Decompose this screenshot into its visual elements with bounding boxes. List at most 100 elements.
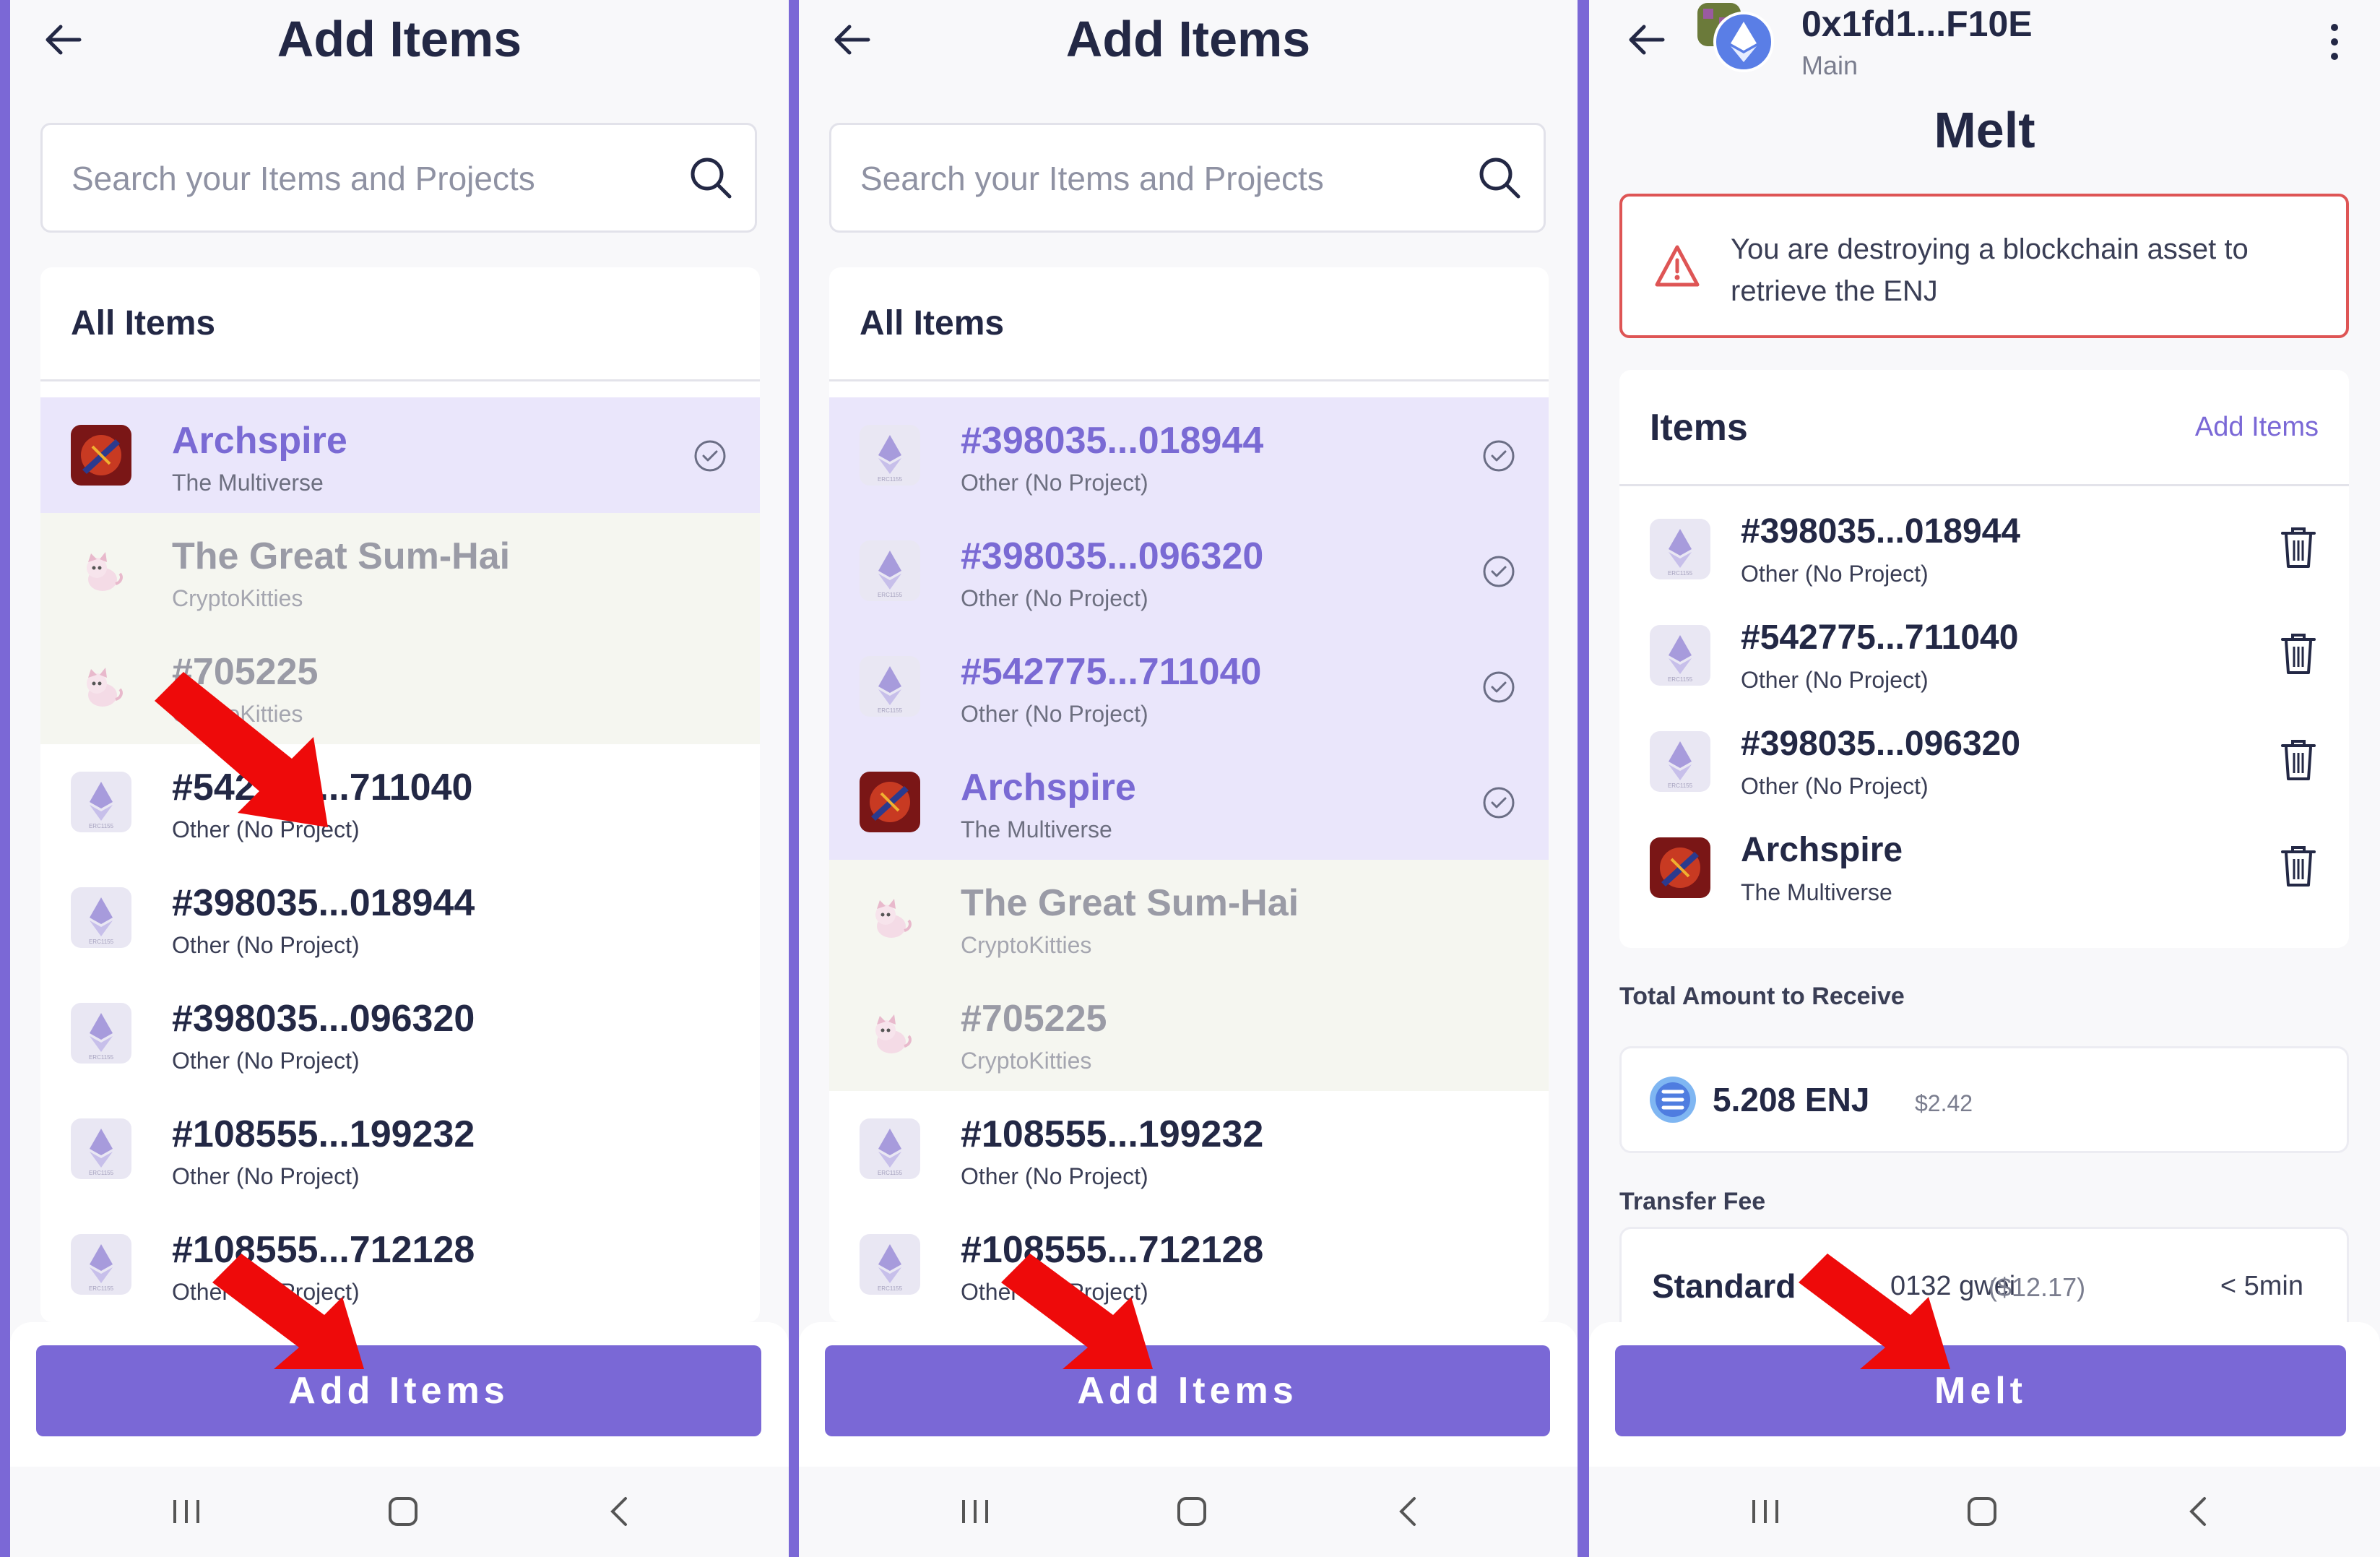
list-item[interactable]: Archspire The Multiverse: [829, 744, 1549, 860]
list-item: The Great Sum-Hai CryptoKitties: [40, 513, 760, 629]
list-item[interactable]: ERC1155 #108555...199232 Other (No Project…: [829, 1091, 1549, 1207]
item-name: Archspire: [961, 767, 1136, 808]
home-icon[interactable]: [381, 1490, 425, 1533]
nav-back-icon[interactable]: [1387, 1490, 1430, 1533]
page-title: Melt: [1934, 102, 2035, 158]
list-item[interactable]: ERC1155 #398035...018944 Other (No Project…: [829, 397, 1549, 513]
trash-icon[interactable]: [2280, 737, 2317, 782]
add-items-button[interactable]: Add Items: [825, 1345, 1550, 1436]
item-name: The Great Sum-Hai: [172, 535, 511, 577]
item-project: Other (No Project): [961, 470, 1148, 496]
home-icon[interactable]: [1170, 1490, 1213, 1533]
android-nav-bar: [799, 1467, 1578, 1557]
check-circle-icon: [1482, 670, 1515, 704]
archspire-icon: [1650, 837, 1710, 898]
item-rows: Archspire The Multiverse The Great Sum-Hai…: [40, 397, 760, 1322]
list-item[interactable]: ERC1155 #108555...199232 Other (No Project…: [40, 1091, 760, 1207]
ethereum-erc1155-icon: ERC1155: [860, 1234, 920, 1295]
red-arrow-icon: [1799, 1254, 1950, 1369]
ethereum-erc1155-icon: ERC1155: [860, 656, 920, 717]
page-title: Add Items: [1065, 11, 1311, 67]
list-item[interactable]: ERC1155#108555...712128Other (No Project…: [40, 1207, 760, 1322]
item-name: #398035...096320: [961, 535, 1264, 577]
list-item[interactable]: Archspire The Multiverse: [40, 397, 760, 513]
item-project: Other (No Project): [1741, 773, 1929, 799]
search-input[interactable]: [70, 125, 651, 232]
svg-text:ERC1155: ERC1155: [878, 707, 903, 714]
cryptokitty-icon: [71, 656, 131, 717]
nav-back-icon[interactable]: [2177, 1490, 2220, 1533]
item-project: Other (No Project): [1741, 667, 1929, 693]
more-vertical-icon[interactable]: [2327, 22, 2342, 62]
item-name: #542775...711040: [961, 651, 1262, 693]
svg-text:ERC1155: ERC1155: [878, 1170, 903, 1176]
item-name: #108555...199232: [172, 1113, 475, 1155]
item-project: Other (No Project): [172, 1163, 360, 1189]
item-project: CryptoKitties: [961, 1048, 1092, 1074]
ethereum-erc1155-icon: ERC1155: [860, 540, 920, 601]
divider: [1619, 484, 2349, 486]
item-name: #398035...018944: [1741, 512, 2021, 551]
fee-usd: ($12.17): [1989, 1272, 2086, 1302]
item-name: #398035...096320: [172, 998, 475, 1040]
list-header: All Items: [40, 267, 760, 381]
ethereum-erc1155-icon: ERC1155: [1650, 625, 1710, 686]
item-name: #108555...199232: [961, 1113, 1264, 1155]
trash-icon[interactable]: [2280, 525, 2317, 569]
nav-back-icon[interactable]: [598, 1490, 641, 1533]
home-icon[interactable]: [1960, 1490, 2004, 1533]
back-arrow-icon[interactable]: [1625, 22, 1669, 58]
melt-item: ERC1155 #398035...018944 Other (No Project…: [1619, 497, 2349, 603]
check-circle-icon: [693, 439, 727, 473]
search-input[interactable]: [859, 125, 1440, 232]
wallet-subtitle: Main: [1801, 51, 1858, 80]
list-item[interactable]: ERC1155 #542775...711040 Other (No Project…: [829, 629, 1549, 744]
red-arrow-icon: [212, 1254, 364, 1369]
cryptokitty-icon: [860, 1003, 920, 1064]
recent-apps-icon[interactable]: [165, 1490, 208, 1533]
search-box: [40, 123, 757, 233]
add-items-link[interactable]: Add Items: [2195, 412, 2319, 443]
check-circle-icon: [1482, 555, 1515, 588]
item-list: All Items ERC1155 #398035...018944 Other (…: [829, 267, 1549, 1322]
ethereum-erc1155-icon: ERC1155: [860, 425, 920, 486]
bottom-bar: Add Items: [799, 1322, 1578, 1467]
svg-text:ERC1155: ERC1155: [89, 1285, 114, 1292]
page-title: Add Items: [277, 11, 522, 67]
total-amount-label: Total Amount to Receive: [1619, 983, 1905, 1010]
check-circle-icon: [1482, 786, 1515, 819]
item-project: Other (No Project): [172, 932, 360, 958]
bottom-bar: Melt: [1589, 1322, 2380, 1467]
archspire-icon: [71, 425, 131, 486]
add-items-screen-1: Add Items All Items Archspire The Multive…: [10, 0, 789, 1557]
list-item[interactable]: ERC1155 #398035...018944 Other (No Project…: [40, 860, 760, 975]
enjin-coin-icon: [1650, 1077, 1696, 1123]
items-header: Items: [1650, 407, 1748, 449]
bottom-bar: Add Items: [10, 1322, 789, 1467]
item-project: The Multiverse: [961, 816, 1112, 842]
item-project: The Multiverse: [172, 470, 324, 496]
amount-usd: $2.42: [1915, 1090, 1973, 1116]
search-icon[interactable]: [688, 155, 733, 200]
recent-apps-icon[interactable]: [953, 1490, 997, 1533]
list-item: The Great Sum-Hai CryptoKitties: [829, 860, 1549, 975]
melt-items-card: Items Add Items ERC1155 #398035...018944 O…: [1619, 370, 2349, 948]
ethereum-erc1155-icon: ERC1155: [71, 1003, 131, 1064]
list-item[interactable]: ERC1155#108555...712128Other (No Project…: [829, 1207, 1549, 1322]
trash-icon[interactable]: [2280, 843, 2317, 888]
fee-name: Standard: [1652, 1267, 1796, 1305]
add-items-button[interactable]: Add Items: [36, 1345, 761, 1436]
svg-text:ERC1155: ERC1155: [89, 939, 114, 945]
melt-screen: 0x1fd1...F10E Main Melt You are destroyi…: [1589, 0, 2380, 1557]
ethereum-erc1155-icon: ERC1155: [71, 772, 131, 832]
list-item[interactable]: ERC1155 #398035...096320 Other (No Project…: [40, 975, 760, 1091]
list-item[interactable]: ERC1155 #398035...096320 Other (No Project…: [829, 513, 1549, 629]
wallet-name[interactable]: 0x1fd1...F10E: [1801, 3, 2033, 45]
search-icon[interactable]: [1477, 155, 1522, 200]
item-project: CryptoKitties: [172, 585, 303, 611]
melt-button[interactable]: Melt: [1615, 1345, 2346, 1436]
item-name: #398035...018944: [172, 882, 475, 924]
recent-apps-icon[interactable]: [1744, 1490, 1787, 1533]
warning-banner: You are destroying a blockchain asset to…: [1619, 194, 2349, 338]
trash-icon[interactable]: [2280, 631, 2317, 676]
